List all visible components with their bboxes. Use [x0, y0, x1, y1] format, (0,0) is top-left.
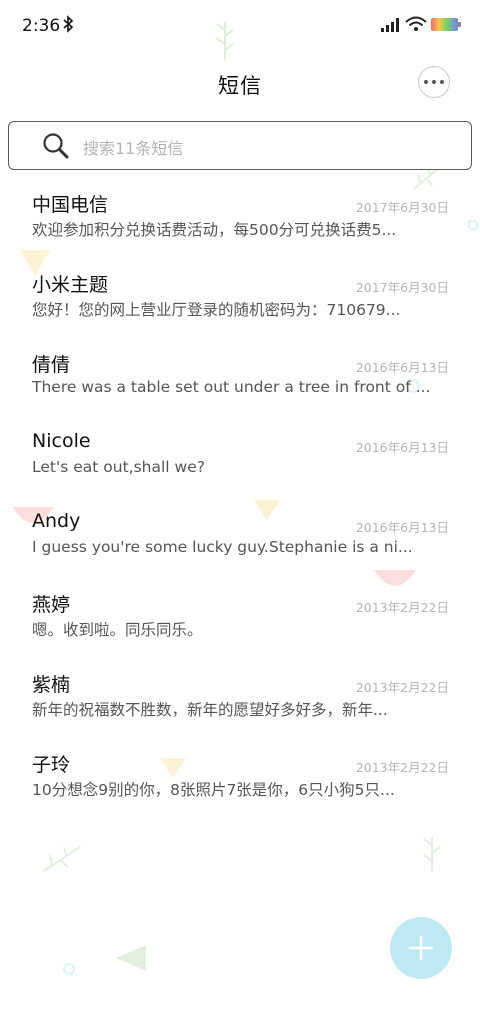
- leaf-decoration: [423, 837, 441, 871]
- message-preview: 您好！您的网上营业厅登录的随机密码为：710679...: [32, 301, 401, 319]
- more-icon: [424, 80, 428, 84]
- status-time: 2:36: [22, 16, 61, 36]
- message-preview: There was a table set out under a tree i…: [32, 378, 431, 396]
- sender-name: 紫楠: [32, 674, 71, 696]
- sender-name: 倩倩: [32, 354, 71, 376]
- search-input[interactable]: 搜索11条短信: [8, 121, 472, 170]
- message-preview: I guess you're some lucky guy.Stephanie …: [32, 538, 413, 556]
- wifi-icon: [405, 16, 427, 31]
- message-row[interactable]: Nicole 2016年6月13日 Let's eat out,shall we…: [0, 420, 480, 500]
- message-row[interactable]: 小米主题 2017年6月30日 您好！您的网上营业厅登录的随机密码为：71067…: [0, 260, 480, 340]
- sender-name: 子玲: [32, 754, 71, 776]
- bluetooth-icon: [63, 15, 74, 33]
- message-date: 2016年6月13日: [355, 440, 449, 455]
- message-preview: 新年的祝福数不胜数，新年的愿望好多好多，新年...: [32, 701, 388, 719]
- plus-icon: [408, 935, 434, 961]
- new-message-button[interactable]: [390, 917, 452, 979]
- sender-name: Andy: [32, 510, 81, 532]
- message-preview: 10分想念9别的你，8张照片7张是你，6只小狗5只...: [32, 781, 395, 799]
- message-date: 2016年6月13日: [355, 360, 449, 375]
- message-list: 中国电信 2017年6月30日 欢迎参加积分兑换话费活动，每500分可兑换话费5…: [0, 180, 480, 820]
- message-row[interactable]: 紫楠 2013年2月22日 新年的祝福数不胜数，新年的愿望好多好多，新年...: [0, 660, 480, 740]
- message-date: 2013年2月22日: [355, 680, 449, 695]
- signal-icon: [381, 18, 399, 32]
- circle-decoration: [63, 963, 75, 975]
- message-row[interactable]: 倩倩 2016年6月13日 There was a table set out …: [0, 340, 480, 420]
- message-row[interactable]: 燕婷 2013年2月22日 嗯。收到啦。同乐同乐。: [0, 580, 480, 660]
- triangle-decoration: [116, 945, 146, 971]
- sender-name: 小米主题: [32, 274, 109, 296]
- more-options-button[interactable]: [418, 66, 450, 98]
- sender-name: 中国电信: [32, 194, 109, 216]
- search-placeholder: 搜索11条短信: [83, 139, 184, 158]
- battery-icon: [431, 18, 461, 31]
- message-row[interactable]: 子玲 2013年2月22日 10分想念9别的你，8张照片7张是你，6只小狗5只.…: [0, 740, 480, 820]
- message-row[interactable]: Andy 2016年6月13日 I guess you're some luck…: [0, 500, 480, 580]
- more-icon-dot: [440, 80, 444, 84]
- message-row[interactable]: 中国电信 2017年6月30日 欢迎参加积分兑换话费活动，每500分可兑换话费5…: [0, 180, 480, 260]
- message-preview: 欢迎参加积分兑换话费活动，每500分可兑换话费5...: [32, 221, 397, 239]
- page-title: 短信: [218, 74, 262, 98]
- message-preview: 嗯。收到啦。同乐同乐。: [32, 621, 203, 639]
- leaf-decoration: [43, 846, 81, 872]
- status-bar: 2:36: [0, 0, 480, 52]
- more-icon-dot: [432, 80, 436, 84]
- message-date: 2013年2月22日: [355, 600, 449, 615]
- search-icon: [43, 133, 69, 159]
- message-preview: Let's eat out,shall we?: [32, 458, 205, 476]
- message-date: 2017年6月30日: [355, 280, 449, 295]
- message-date: 2016年6月13日: [355, 520, 449, 535]
- sender-name: Nicole: [32, 430, 91, 452]
- message-date: 2017年6月30日: [355, 200, 449, 215]
- message-date: 2013年2月22日: [355, 760, 449, 775]
- sender-name: 燕婷: [32, 594, 71, 616]
